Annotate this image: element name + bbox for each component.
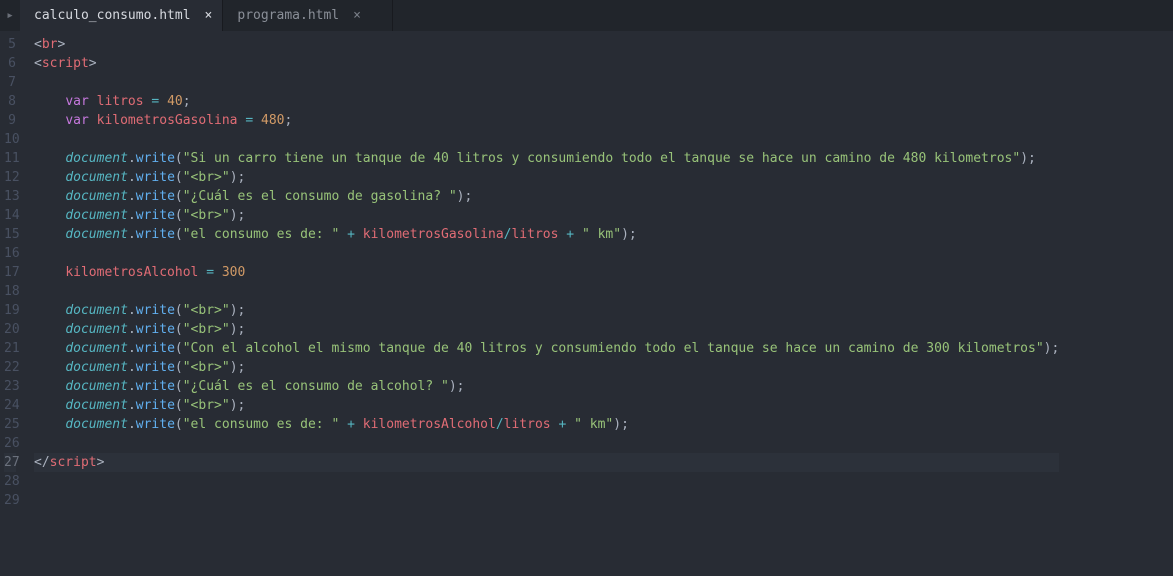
line-number: 17 (4, 263, 16, 282)
code-line[interactable] (34, 73, 1059, 92)
code-line[interactable] (34, 130, 1059, 149)
code-line[interactable] (34, 244, 1059, 263)
code-line[interactable]: document.write("Con el alcohol el mismo … (34, 339, 1059, 358)
line-number: 15 (4, 225, 16, 244)
code-line[interactable] (34, 282, 1059, 301)
code-line[interactable]: document.write("el consumo es de: " + ki… (34, 415, 1059, 434)
line-number: 8 (4, 92, 16, 111)
line-number: 23 (4, 377, 16, 396)
line-number: 22 (4, 358, 16, 377)
line-number: 18 (4, 282, 16, 301)
code-line[interactable]: document.write("<br>"); (34, 301, 1059, 320)
code-line[interactable]: document.write("el consumo es de: " + ki… (34, 225, 1059, 244)
line-number: 12 (4, 168, 16, 187)
line-gutter: 5678910111213141516171819202122232425262… (0, 31, 26, 576)
tab-label: calculo_consumo.html (34, 8, 191, 23)
line-number: 6 (4, 54, 16, 73)
line-number: 19 (4, 301, 16, 320)
code-line[interactable]: document.write("<br>"); (34, 206, 1059, 225)
code-line[interactable]: document.write("¿Cuál es el consumo de g… (34, 187, 1059, 206)
line-number: 14 (4, 206, 16, 225)
close-icon[interactable]: × (353, 9, 361, 22)
line-number: 5 (4, 35, 16, 54)
code-line[interactable]: var kilometrosGasolina = 480; (34, 111, 1059, 130)
line-number: 13 (4, 187, 16, 206)
code-line[interactable] (34, 491, 1059, 510)
code-line[interactable]: document.write("<br>"); (34, 396, 1059, 415)
tab-label: programa.html (237, 8, 339, 23)
line-number: 28 (4, 472, 16, 491)
code-line[interactable]: var litros = 40; (34, 92, 1059, 111)
code-line[interactable]: document.write("Si un carro tiene un tan… (34, 149, 1059, 168)
code-line[interactable]: document.write("<br>"); (34, 358, 1059, 377)
line-number: 10 (4, 130, 16, 149)
line-number: 26 (4, 434, 16, 453)
line-number: 11 (4, 149, 16, 168)
code-line[interactable]: document.write("¿Cuál es el consumo de a… (34, 377, 1059, 396)
code-line[interactable]: kilometrosAlcohol = 300 (34, 263, 1059, 282)
line-number: 29 (4, 491, 16, 510)
code-area[interactable]: <br><script> var litros = 40; var kilome… (26, 31, 1059, 576)
line-number: 27 (4, 453, 16, 472)
code-line[interactable]: document.write("<br>"); (34, 168, 1059, 187)
code-line[interactable] (34, 434, 1059, 453)
close-icon[interactable]: × (205, 9, 213, 22)
code-editor[interactable]: 5678910111213141516171819202122232425262… (0, 31, 1173, 576)
line-number: 7 (4, 73, 16, 92)
tab-bar: ▸ calculo_consumo.html × programa.html × (0, 0, 1173, 31)
code-line[interactable]: document.write("<br>"); (34, 320, 1059, 339)
line-number: 16 (4, 244, 16, 263)
code-line[interactable]: <br> (34, 35, 1059, 54)
tab-programa-html[interactable]: programa.html × (223, 0, 393, 31)
line-number: 24 (4, 396, 16, 415)
code-line[interactable]: </script> (34, 453, 1059, 472)
tab-calculo_consumo-html[interactable]: calculo_consumo.html × (20, 0, 223, 31)
code-line[interactable]: <script> (34, 54, 1059, 73)
tab-scroll-indicator: ▸ (0, 0, 20, 31)
line-number: 21 (4, 339, 16, 358)
line-number: 25 (4, 415, 16, 434)
line-number: 20 (4, 320, 16, 339)
code-line[interactable] (34, 472, 1059, 491)
line-number: 9 (4, 111, 16, 130)
